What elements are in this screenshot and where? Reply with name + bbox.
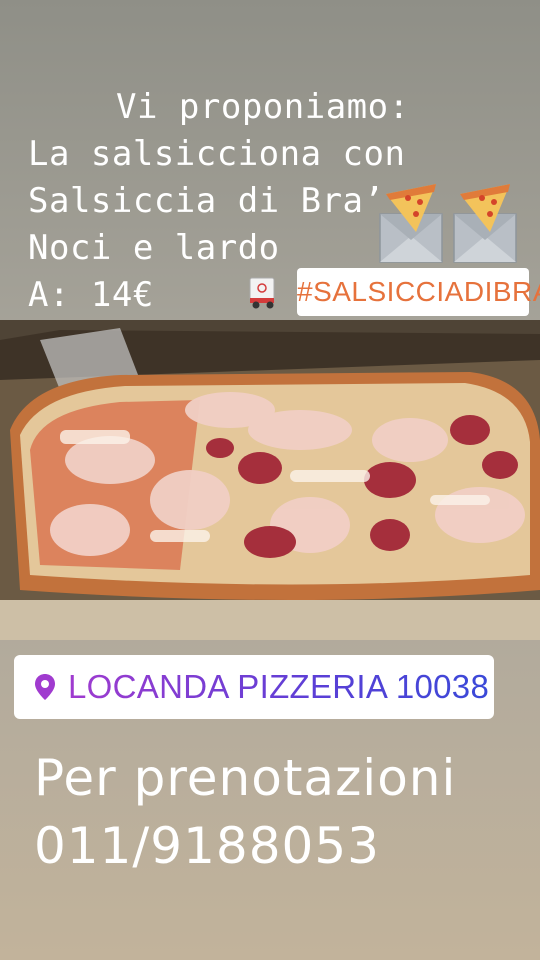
hashtag-sticker[interactable]: #SALSICCIADIBRA [297, 268, 540, 316]
intro-line: Vi proponiamo: [116, 87, 410, 127]
location-pin-icon [35, 674, 55, 700]
pizza-envelope-icon [379, 184, 443, 263]
pizza-envelope-icon [453, 184, 517, 263]
booking-phone: 011/9188053 [34, 817, 380, 875]
location-sticker[interactable]: LOCANDA PIZZERIA 10038 [14, 655, 494, 719]
delivery-truck-icon [249, 277, 275, 309]
pizza-photo [0, 320, 540, 640]
booking-label: Per prenotazioni [34, 749, 457, 807]
location-label: LOCANDA PIZZERIA 10038 [68, 668, 490, 705]
booking-text: Per prenotazioni 011/9188053 [34, 744, 534, 880]
dish-line-1: La salsicciona con [28, 134, 406, 174]
